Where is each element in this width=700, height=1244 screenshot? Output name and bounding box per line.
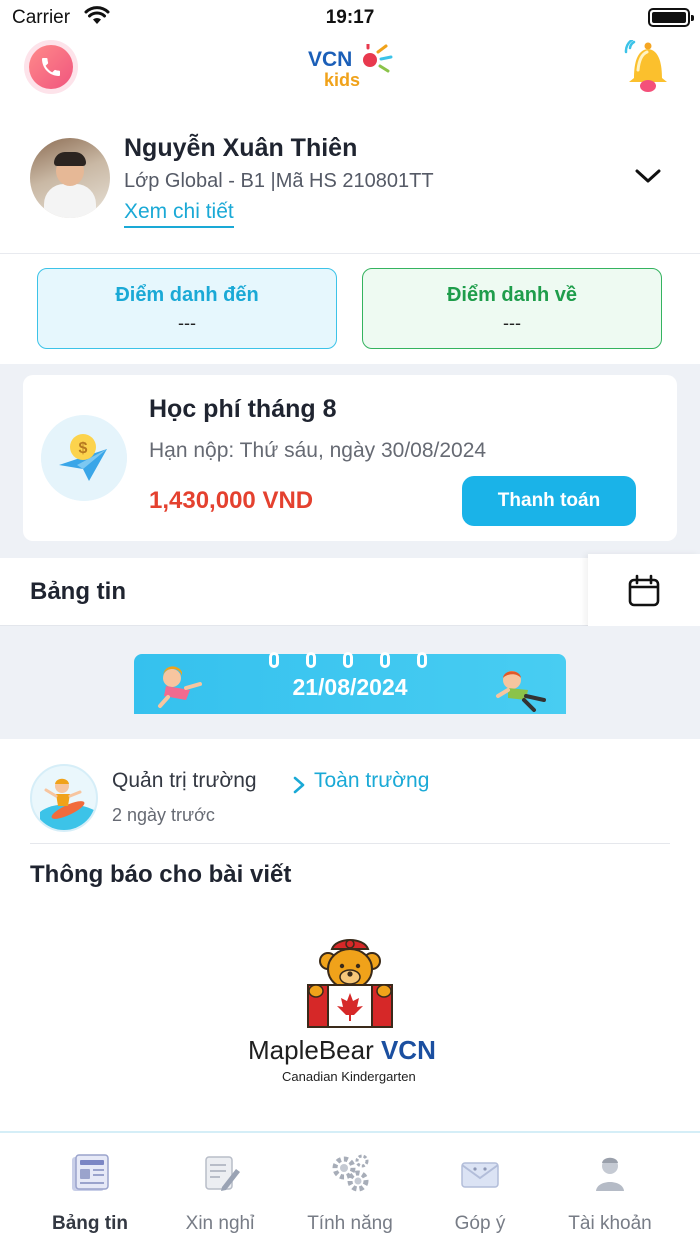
svg-text:$: $ [79, 440, 88, 457]
vcn-kids-logo: VCN kids [308, 44, 393, 90]
call-button[interactable] [24, 40, 78, 94]
gears-icon [332, 1154, 369, 1192]
tuition-fee-card: $ Học phí tháng 8 Hạn nộp: Thứ sáu, ngày… [23, 375, 677, 541]
kid-boy-illustration [496, 671, 546, 712]
tab-news-label: Bảng tin [52, 1213, 128, 1234]
chevron-down-icon[interactable] [634, 166, 662, 186]
payment-plane-icon: $ [41, 415, 127, 501]
maple-bear-logo[interactable]: MapleBear VCN Canadian Kindergarten [240, 939, 460, 1091]
student-name: Nguyễn Xuân Thiên [124, 134, 358, 162]
school-admin-avatar [30, 764, 98, 832]
fee-deadline: Hạn nộp: Thứ sáu, ngày 30/08/2024 [149, 439, 487, 462]
check-in-value: --- [178, 313, 196, 333]
post-title: Thông báo cho bài viết [30, 861, 292, 888]
tab-leave-request[interactable]: Xin nghỉ [150, 1147, 290, 1239]
post-author: Quản trị trường [112, 769, 257, 792]
tab-account-label: Tài khoản [568, 1213, 652, 1234]
svg-text:kids: kids [324, 70, 360, 90]
tab-account[interactable]: Tài khoản [540, 1147, 680, 1239]
brand-subtitle: Canadian Kindergarten [282, 1069, 416, 1084]
brand-name: MapleBear VCN [248, 1035, 436, 1065]
tab-news[interactable]: Bảng tin [20, 1147, 160, 1239]
fee-title: Học phí tháng 8 [149, 395, 337, 423]
post-time: 2 ngày trước [112, 805, 215, 825]
clock-time: 19:17 [325, 7, 375, 28]
phone-icon [29, 45, 73, 89]
calendar-button[interactable] [588, 554, 700, 628]
calendar-icon [628, 574, 660, 607]
notification-bell-icon[interactable] [624, 40, 672, 94]
tab-feedback[interactable]: Góp ý [410, 1147, 550, 1239]
tab-features[interactable]: Tính năng [280, 1147, 420, 1239]
student-profile: Nguyễn Xuân Thiên Lớp Global - B1 |Mã HS… [0, 118, 700, 254]
tab-leave-request-label: Xin nghỉ [185, 1213, 255, 1234]
chevron-right-icon [293, 776, 305, 794]
check-out-label: Điểm danh về [446, 284, 578, 306]
newspaper-icon [72, 1154, 109, 1191]
check-in-label: Điểm danh đến [115, 284, 259, 306]
svg-text:VCN: VCN [308, 48, 352, 71]
tab-features-label: Tính năng [307, 1213, 393, 1234]
date-banner: 21/08/2024 [134, 652, 566, 714]
battery-icon [648, 8, 694, 27]
tab-feedback-label: Góp ý [454, 1213, 506, 1234]
post-audience: Toàn trường [314, 769, 430, 792]
check-in-card[interactable]: Điểm danh đến --- [37, 268, 337, 349]
account-icon [596, 1157, 624, 1191]
fee-section: $ Học phí tháng 8 Hạn nộp: Thứ sáu, ngày… [0, 364, 700, 558]
date-band: 21/08/2024 [0, 626, 700, 739]
bottom-tab-bar: Bảng tin Xin nghỉ Tính năng Góp ý Tài kh… [0, 1131, 700, 1244]
news-header: Bảng tin [0, 554, 700, 628]
leave-request-icon [205, 1156, 240, 1191]
check-out-value: --- [503, 313, 521, 333]
feedback-mail-icon [461, 1162, 499, 1188]
post-divider [30, 843, 670, 844]
student-avatar[interactable] [30, 138, 110, 218]
view-detail-link[interactable]: Xem chi tiết [124, 200, 234, 228]
attendance-section: Điểm danh đến --- Điểm danh về --- [0, 254, 700, 364]
fee-amount: 1,430,000 VND [149, 487, 314, 514]
pay-button[interactable]: Thanh toán [462, 476, 636, 526]
check-out-card[interactable]: Điểm danh về --- [362, 268, 662, 349]
news-post[interactable]: Quản trị trường Toàn trường 2 ngày trước… [0, 739, 700, 1131]
news-title: Bảng tin [30, 578, 126, 605]
status-bar: Carrier 19:17 [0, 0, 700, 36]
student-class-info: Lớp Global - B1 |Mã HS 210801TT [124, 170, 434, 192]
